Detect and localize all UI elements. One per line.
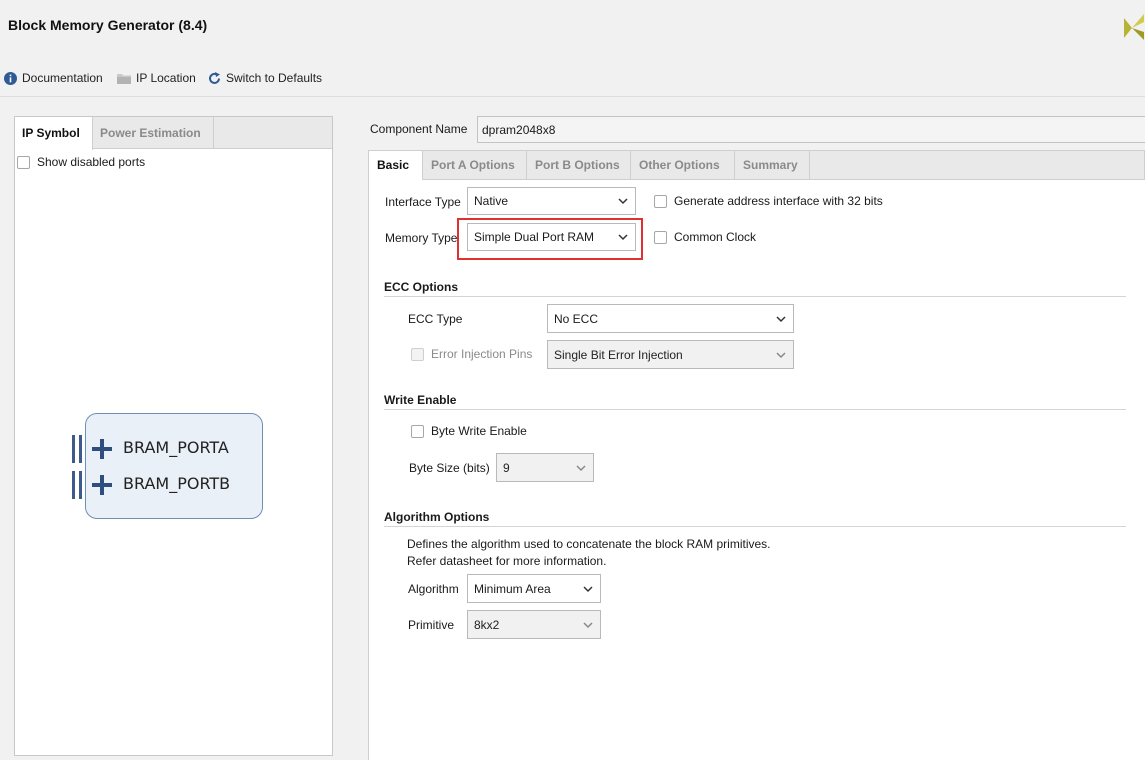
- generate-addr-32-label: Generate address interface with 32 bits: [674, 194, 883, 208]
- tab-ip-symbol[interactable]: IP Symbol: [15, 117, 93, 150]
- checkbox-box: [411, 347, 424, 361]
- ecc-type-select[interactable]: No ECC: [547, 304, 794, 333]
- refresh-icon: [208, 71, 221, 85]
- error-injection-label: Error Injection Pins: [431, 347, 533, 361]
- primitive-label: Primitive: [408, 618, 455, 632]
- section-divider: [384, 296, 1126, 297]
- checkbox-box[interactable]: [654, 230, 667, 244]
- common-clock-label: Common Clock: [674, 230, 757, 244]
- tab-power-estimation[interactable]: Power Estimation: [93, 117, 214, 149]
- chevron-down-icon: [582, 585, 594, 593]
- ecc-options-title: ECC Options: [384, 280, 458, 294]
- byte-write-enable-label: Byte Write Enable: [431, 424, 527, 438]
- chevron-down-icon: [582, 621, 594, 629]
- tab-port-a-options[interactable]: Port A Options: [423, 151, 527, 180]
- primitive-value: 8kx2: [474, 617, 500, 632]
- ip-symbol-block: [85, 413, 263, 519]
- section-divider: [384, 526, 1126, 527]
- algorithm-options-title: Algorithm Options: [384, 510, 490, 524]
- show-disabled-ports-checkbox[interactable]: Show disabled ports: [17, 155, 145, 169]
- port-label: BRAM_PORTA: [123, 438, 229, 457]
- app-title: Block Memory Generator (8.4): [8, 17, 208, 33]
- folder-icon: [117, 72, 131, 84]
- common-clock-checkbox[interactable]: Common Clock: [654, 230, 756, 244]
- documentation-label: Documentation: [22, 71, 103, 85]
- config-tabbar: Basic Port A Options Port B Options Othe…: [368, 150, 1145, 181]
- info-icon: [4, 71, 17, 85]
- left-panel: IP Symbol Power Estimation Show disabled…: [14, 116, 333, 756]
- byte-write-enable-checkbox[interactable]: Byte Write Enable: [411, 424, 527, 438]
- port-label: BRAM_PORTB: [123, 474, 231, 493]
- tab-basic[interactable]: Basic: [369, 151, 423, 181]
- tab-summary[interactable]: Summary: [735, 151, 810, 180]
- interface-type-value: Native: [474, 194, 509, 208]
- component-name-label: Component Name: [370, 122, 468, 136]
- component-name-input[interactable]: [477, 116, 1145, 143]
- left-tabbar: IP Symbol Power Estimation: [15, 117, 332, 150]
- primitive-select: 8kx2: [467, 610, 601, 639]
- chevron-down-icon: [575, 464, 587, 472]
- header-divider: [0, 96, 1145, 97]
- port-b-bus-icon: [72, 471, 84, 499]
- generate-addr-32-checkbox[interactable]: Generate address interface with 32 bits: [654, 194, 883, 208]
- checkbox-box[interactable]: [654, 194, 667, 208]
- memory-type-label: Memory Type: [385, 231, 458, 245]
- algorithm-description-line1: Defines the algorithm used to concatenat…: [407, 537, 771, 551]
- byte-size-label: Byte Size (bits): [409, 461, 490, 475]
- error-injection-checkbox: Error Injection Pins: [411, 347, 532, 361]
- ip-location-button[interactable]: IP Location: [117, 69, 196, 87]
- section-divider: [384, 409, 1126, 410]
- algorithm-select[interactable]: Minimum Area: [467, 574, 601, 603]
- error-injection-select: Single Bit Error Injection: [547, 340, 794, 369]
- interface-type-select[interactable]: Native: [467, 187, 636, 215]
- documentation-button[interactable]: Documentation: [4, 69, 103, 87]
- ecc-type-label: ECC Type: [408, 312, 463, 326]
- brand-logo: [1120, 12, 1145, 42]
- checkbox-box[interactable]: [17, 155, 30, 169]
- chevron-down-icon: [775, 351, 787, 359]
- port-a-bus-icon: [72, 435, 84, 463]
- write-enable-title: Write Enable: [384, 393, 457, 407]
- port-a-expand-icon[interactable]: [92, 439, 112, 459]
- byte-size-select: 9: [496, 453, 594, 482]
- switch-defaults-label: Switch to Defaults: [226, 71, 323, 85]
- tab-port-b-options[interactable]: Port B Options: [527, 151, 631, 180]
- ip-location-label: IP Location: [136, 71, 196, 85]
- basic-tab-content: Interface Type Native Generate address i…: [368, 180, 1145, 760]
- error-injection-value: Single Bit Error Injection: [554, 347, 683, 362]
- checkbox-box[interactable]: [411, 424, 424, 438]
- switch-defaults-button[interactable]: Switch to Defaults: [208, 69, 322, 87]
- byte-size-value: 9: [503, 460, 510, 475]
- algorithm-description-line2: Refer datasheet for more information.: [407, 554, 607, 568]
- show-disabled-ports-label: Show disabled ports: [37, 155, 146, 169]
- tab-other-options[interactable]: Other Options: [631, 151, 735, 180]
- algorithm-value: Minimum Area: [474, 581, 551, 596]
- ecc-type-value: No ECC: [554, 311, 599, 326]
- algorithm-label: Algorithm: [408, 582, 459, 596]
- memory-type-highlight: [457, 218, 643, 260]
- chevron-down-icon: [775, 315, 787, 323]
- chevron-down-icon: [617, 197, 629, 205]
- interface-type-label: Interface Type: [385, 195, 461, 209]
- port-b-expand-icon[interactable]: [92, 475, 112, 495]
